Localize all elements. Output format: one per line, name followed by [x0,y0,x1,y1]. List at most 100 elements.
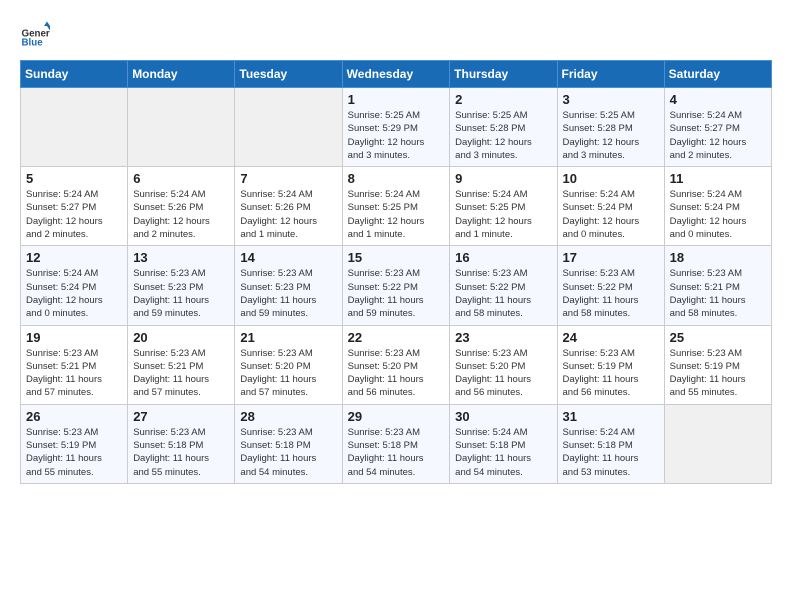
day-number: 11 [670,171,766,186]
calendar-cell: 9 Sunrise: 5:24 AM Sunset: 5:25 PM Daylig… [450,167,557,246]
day-number: 18 [670,250,766,265]
day-number: 21 [240,330,336,345]
calendar-cell: 12 Sunrise: 5:24 AM Sunset: 5:24 PM Dayli… [21,246,128,325]
day-info: Sunrise: 5:23 AM Sunset: 5:22 PM Dayligh… [455,267,551,320]
calendar-week-1: 1 Sunrise: 5:25 AM Sunset: 5:29 PM Daylig… [21,88,772,167]
calendar-cell: 16Sunrise: 5:23 AM Sunset: 5:22 PM Dayli… [450,246,557,325]
calendar-cell: 28 Sunrise: 5:23 AM Sunset: 5:18 PM Dayli… [235,404,342,483]
day-info: Sunrise: 5:23 AM Sunset: 5:20 PM Dayligh… [240,347,336,400]
calendar-cell: 26 Sunrise: 5:23 AM Sunset: 5:19 PM Dayli… [21,404,128,483]
day-info: Sunrise: 5:24 AM Sunset: 5:18 PM Dayligh… [563,426,659,479]
day-number: 4 [670,92,766,107]
day-number: 15 [348,250,445,265]
day-info: Sunrise: 5:23 AM Sunset: 5:20 PM Dayligh… [455,347,551,400]
day-number: 1 [348,92,445,107]
day-info: Sunrise: 5:25 AM Sunset: 5:28 PM Dayligh… [563,109,659,162]
day-info: Sunrise: 5:23 AM Sunset: 5:19 PM Dayligh… [670,347,766,400]
calendar-cell: 18 Sunrise: 5:23 AM Sunset: 5:21 PM Dayli… [664,246,771,325]
day-info: Sunrise: 5:23 AM Sunset: 5:19 PM Dayligh… [26,426,122,479]
calendar-cell: 31Sunrise: 5:24 AM Sunset: 5:18 PM Dayli… [557,404,664,483]
day-info: Sunrise: 5:24 AM Sunset: 5:27 PM Dayligh… [26,188,122,241]
calendar-cell: 6 Sunrise: 5:24 AM Sunset: 5:26 PM Daylig… [128,167,235,246]
calendar-cell: 20 Sunrise: 5:23 AM Sunset: 5:21 PM Dayli… [128,325,235,404]
weekday-header-monday: Monday [128,61,235,88]
day-number: 10 [563,171,659,186]
day-number: 5 [26,171,122,186]
day-info: Sunrise: 5:23 AM Sunset: 5:22 PM Dayligh… [348,267,445,320]
calendar-cell: 2 Sunrise: 5:25 AM Sunset: 5:28 PM Daylig… [450,88,557,167]
weekday-header-thursday: Thursday [450,61,557,88]
day-info: Sunrise: 5:25 AM Sunset: 5:28 PM Dayligh… [455,109,551,162]
day-number: 12 [26,250,122,265]
calendar-cell: 11Sunrise: 5:24 AM Sunset: 5:24 PM Dayli… [664,167,771,246]
day-info: Sunrise: 5:23 AM Sunset: 5:18 PM Dayligh… [348,426,445,479]
calendar-cell: 10 Sunrise: 5:24 AM Sunset: 5:24 PM Dayli… [557,167,664,246]
day-number: 27 [133,409,229,424]
calendar-table: SundayMondayTuesdayWednesdayThursdayFrid… [20,60,772,484]
weekday-header-tuesday: Tuesday [235,61,342,88]
day-number: 19 [26,330,122,345]
day-info: Sunrise: 5:24 AM Sunset: 5:26 PM Dayligh… [133,188,229,241]
day-info: Sunrise: 5:25 AM Sunset: 5:29 PM Dayligh… [348,109,445,162]
day-info: Sunrise: 5:23 AM Sunset: 5:18 PM Dayligh… [133,426,229,479]
day-info: Sunrise: 5:24 AM Sunset: 5:18 PM Dayligh… [455,426,551,479]
calendar-cell: 27 Sunrise: 5:23 AM Sunset: 5:18 PM Dayli… [128,404,235,483]
weekday-header-saturday: Saturday [664,61,771,88]
day-info: Sunrise: 5:23 AM Sunset: 5:19 PM Dayligh… [563,347,659,400]
day-info: Sunrise: 5:23 AM Sunset: 5:22 PM Dayligh… [563,267,659,320]
day-info: Sunrise: 5:24 AM Sunset: 5:26 PM Dayligh… [240,188,336,241]
calendar-cell [235,88,342,167]
calendar-cell: 19Sunrise: 5:23 AM Sunset: 5:21 PM Dayli… [21,325,128,404]
calendar-cell: 15 Sunrise: 5:23 AM Sunset: 5:22 PM Dayli… [342,246,450,325]
logo-icon: General Blue [20,20,50,50]
day-info: Sunrise: 5:24 AM Sunset: 5:25 PM Dayligh… [455,188,551,241]
day-number: 26 [26,409,122,424]
day-number: 23 [455,330,551,345]
svg-text:Blue: Blue [22,38,44,49]
calendar-cell: 14 Sunrise: 5:23 AM Sunset: 5:23 PM Dayli… [235,246,342,325]
calendar-cell: 21 Sunrise: 5:23 AM Sunset: 5:20 PM Dayli… [235,325,342,404]
day-number: 9 [455,171,551,186]
calendar-cell [664,404,771,483]
logo: General Blue [20,20,54,50]
day-number: 28 [240,409,336,424]
calendar-cell: 13 Sunrise: 5:23 AM Sunset: 5:23 PM Dayli… [128,246,235,325]
day-info: Sunrise: 5:23 AM Sunset: 5:23 PM Dayligh… [133,267,229,320]
calendar-week-4: 19 Sunrise: 5:23 AM Sunset: 5:21 PM Dayli… [21,325,772,404]
day-number: 29 [348,409,445,424]
calendar-week-5: 26 Sunrise: 5:23 AM Sunset: 5:19 PM Dayli… [21,404,772,483]
day-number: 30 [455,409,551,424]
day-info: Sunrise: 5:24 AM Sunset: 5:24 PM Dayligh… [563,188,659,241]
day-number: 13 [133,250,229,265]
day-number: 17 [563,250,659,265]
day-info: Sunrise: 5:24 AM Sunset: 5:25 PM Dayligh… [348,188,445,241]
calendar-cell [21,88,128,167]
day-number: 14 [240,250,336,265]
calendar-week-3: 12 Sunrise: 5:24 AM Sunset: 5:24 PM Dayli… [21,246,772,325]
day-info: Sunrise: 5:23 AM Sunset: 5:18 PM Dayligh… [240,426,336,479]
day-info: Sunrise: 5:23 AM Sunset: 5:20 PM Dayligh… [348,347,445,400]
day-info: Sunrise: 5:23 AM Sunset: 5:23 PM Dayligh… [240,267,336,320]
calendar-cell: 4 Sunrise: 5:24 AM Sunset: 5:27 PM Daylig… [664,88,771,167]
calendar-cell: 22Sunrise: 5:23 AM Sunset: 5:20 PM Dayli… [342,325,450,404]
day-info: Sunrise: 5:23 AM Sunset: 5:21 PM Dayligh… [133,347,229,400]
day-info: Sunrise: 5:23 AM Sunset: 5:21 PM Dayligh… [670,267,766,320]
calendar-cell: 24Sunrise: 5:23 AM Sunset: 5:19 PM Dayli… [557,325,664,404]
day-number: 25 [670,330,766,345]
day-number: 3 [563,92,659,107]
calendar-cell: 7Sunrise: 5:24 AM Sunset: 5:26 PM Daylig… [235,167,342,246]
day-number: 8 [348,171,445,186]
day-info: Sunrise: 5:24 AM Sunset: 5:27 PM Dayligh… [670,109,766,162]
day-number: 2 [455,92,551,107]
day-number: 6 [133,171,229,186]
day-info: Sunrise: 5:24 AM Sunset: 5:24 PM Dayligh… [26,267,122,320]
calendar-cell: 17 Sunrise: 5:23 AM Sunset: 5:22 PM Dayli… [557,246,664,325]
weekday-header-friday: Friday [557,61,664,88]
day-number: 20 [133,330,229,345]
calendar-cell: 5 Sunrise: 5:24 AM Sunset: 5:27 PM Daylig… [21,167,128,246]
calendar-cell: 29 Sunrise: 5:23 AM Sunset: 5:18 PM Dayli… [342,404,450,483]
calendar-cell: 3 Sunrise: 5:25 AM Sunset: 5:28 PM Daylig… [557,88,664,167]
page-header: General Blue [20,20,772,50]
calendar-cell [128,88,235,167]
calendar-week-2: 5 Sunrise: 5:24 AM Sunset: 5:27 PM Daylig… [21,167,772,246]
